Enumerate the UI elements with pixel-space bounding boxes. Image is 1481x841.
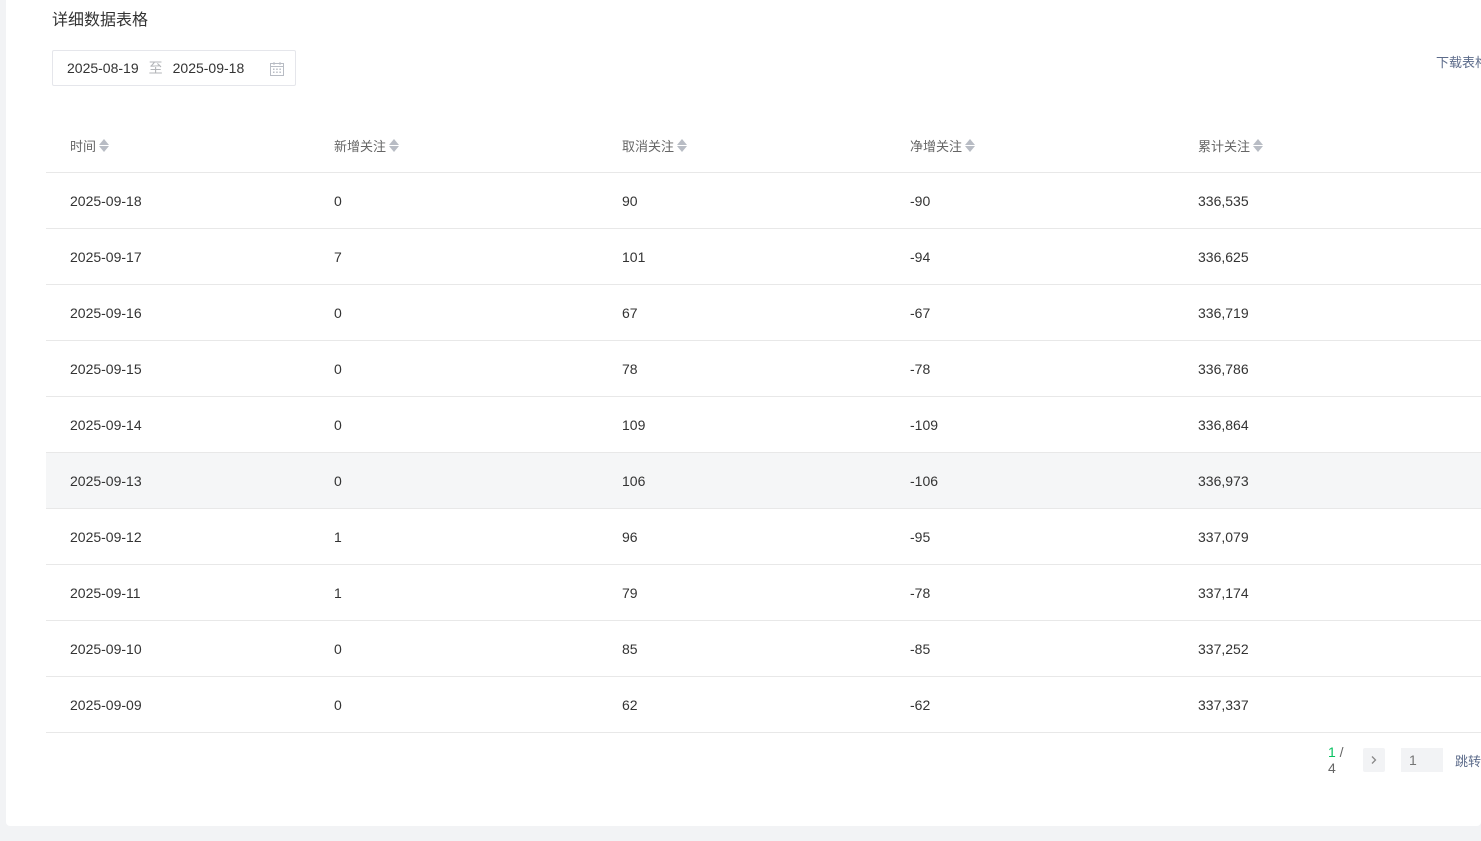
page-indicator: 1 / 4 — [1328, 744, 1353, 776]
sort-icon[interactable] — [1253, 138, 1264, 152]
cell-unfollows: 109 — [622, 416, 646, 433]
cell-unfollows: 78 — [622, 360, 638, 377]
date-range-picker[interactable]: 2025-08-19 至 2025-09-18 — [52, 50, 296, 86]
cell-net-follows: -78 — [910, 360, 931, 377]
cell-total-follows: 336,786 — [1198, 360, 1249, 377]
cell-new-follows: 1 — [334, 584, 342, 601]
sort-icon[interactable] — [677, 138, 688, 152]
cell-total-follows: 337,337 — [1198, 696, 1249, 713]
calendar-icon[interactable] — [269, 61, 285, 77]
cell-net-follows: -94 — [910, 248, 931, 265]
cell-net-follows: -62 — [910, 696, 931, 713]
cell-net-follows: -95 — [910, 528, 931, 545]
cell-new-follows: 0 — [334, 304, 342, 321]
cell-time: 2025-09-15 — [70, 360, 142, 377]
page-separator: / — [1335, 744, 1344, 760]
cell-unfollows: 106 — [622, 472, 646, 489]
cell-unfollows: 67 — [622, 304, 638, 321]
data-table: 时间 新增关注 取消关注 净增关注 累计关注 2025-09-18 0 90 -… — [46, 118, 1481, 733]
cell-time: 2025-09-18 — [70, 192, 142, 209]
cell-time: 2025-09-16 — [70, 304, 142, 321]
table-row: 2025-09-16 0 67 -67 336,719 — [46, 285, 1481, 341]
table-row: 2025-09-10 0 85 -85 337,252 — [46, 621, 1481, 677]
cell-new-follows: 0 — [334, 360, 342, 377]
cell-unfollows: 85 — [622, 640, 638, 657]
chevron-right-icon — [1371, 756, 1377, 764]
sort-icon[interactable] — [389, 138, 400, 152]
column-header-net-follows[interactable]: 净增关注 — [910, 136, 1198, 155]
cell-time: 2025-09-12 — [70, 528, 142, 545]
cell-time: 2025-09-17 — [70, 248, 142, 265]
cell-new-follows: 1 — [334, 528, 342, 545]
cell-total-follows: 336,973 — [1198, 472, 1249, 489]
cell-unfollows: 79 — [622, 584, 638, 601]
cell-time: 2025-09-14 — [70, 416, 142, 433]
sort-icon[interactable] — [965, 138, 976, 152]
cell-net-follows: -90 — [910, 192, 931, 209]
cell-new-follows: 0 — [334, 696, 342, 713]
card-title: 详细数据表格 — [52, 12, 149, 29]
cell-net-follows: -109 — [910, 416, 939, 433]
date-end[interactable]: 2025-09-18 — [173, 60, 245, 76]
table-header: 时间 新增关注 取消关注 净增关注 累计关注 — [46, 118, 1481, 173]
page-jump-input[interactable] — [1400, 748, 1443, 772]
cell-net-follows: -106 — [910, 472, 939, 489]
sort-icon[interactable] — [99, 138, 110, 152]
cell-net-follows: -78 — [910, 584, 931, 601]
cell-time: 2025-09-09 — [70, 696, 142, 713]
download-table-link[interactable]: 下载表格 — [1436, 52, 1481, 71]
cell-time: 2025-09-10 — [70, 640, 142, 657]
jump-button[interactable]: 跳转 — [1455, 751, 1481, 770]
column-header-time[interactable]: 时间 — [46, 136, 334, 155]
table-row: 2025-09-15 0 78 -78 336,786 — [46, 341, 1481, 397]
table-row-hovered: 2025-09-13 0 106 -106 336,973 — [46, 453, 1481, 509]
cell-new-follows: 0 — [334, 472, 342, 489]
cell-new-follows: 7 — [334, 248, 342, 265]
cell-total-follows: 336,625 — [1198, 248, 1249, 265]
table-row: 2025-09-18 0 90 -90 336,535 — [46, 173, 1481, 229]
cell-new-follows: 0 — [334, 192, 342, 209]
cell-new-follows: 0 — [334, 640, 342, 657]
next-page-button[interactable] — [1362, 748, 1385, 772]
cell-total-follows: 337,079 — [1198, 528, 1249, 545]
column-header-new-follows[interactable]: 新增关注 — [334, 136, 622, 155]
date-start[interactable]: 2025-08-19 — [67, 60, 139, 76]
cell-unfollows: 90 — [622, 192, 638, 209]
table-row: 2025-09-14 0 109 -109 336,864 — [46, 397, 1481, 453]
total-pages: 4 — [1328, 760, 1336, 776]
cell-unfollows: 101 — [622, 248, 646, 265]
column-header-total-follows[interactable]: 累计关注 — [1198, 136, 1481, 155]
date-separator: 至 — [148, 60, 163, 76]
cell-net-follows: -67 — [910, 304, 931, 321]
table-row: 2025-09-11 1 79 -78 337,174 — [46, 565, 1481, 621]
cell-total-follows: 337,252 — [1198, 640, 1249, 657]
table-row: 2025-09-17 7 101 -94 336,625 — [46, 229, 1481, 285]
cell-net-follows: -85 — [910, 640, 931, 657]
cell-new-follows: 0 — [334, 416, 342, 433]
cell-total-follows: 336,535 — [1198, 192, 1249, 209]
current-page: 1 — [1328, 744, 1336, 760]
pagination: 1 / 4 跳转 — [1328, 744, 1481, 776]
table-row: 2025-09-09 0 62 -62 337,337 — [46, 677, 1481, 733]
cell-total-follows: 337,174 — [1198, 584, 1249, 601]
cell-total-follows: 336,864 — [1198, 416, 1249, 433]
cell-unfollows: 62 — [622, 696, 638, 713]
cell-total-follows: 336,719 — [1198, 304, 1249, 321]
cell-time: 2025-09-13 — [70, 472, 142, 489]
column-header-unfollows[interactable]: 取消关注 — [622, 136, 910, 155]
cell-unfollows: 96 — [622, 528, 638, 545]
table-row: 2025-09-12 1 96 -95 337,079 — [46, 509, 1481, 565]
cell-time: 2025-09-11 — [70, 584, 141, 601]
